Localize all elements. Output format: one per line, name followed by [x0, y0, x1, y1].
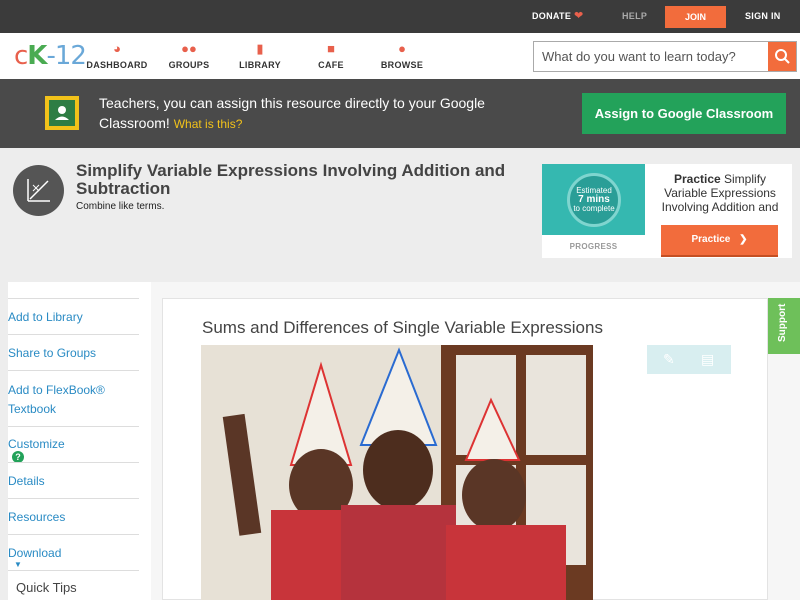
page-title: Simplify Variable Expressions Involving … [76, 161, 506, 198]
search-icon [775, 49, 790, 64]
browse-icon: ● [398, 41, 406, 56]
nav-dashboard[interactable]: ◕ DASHBOARD [82, 41, 152, 70]
donate-link[interactable]: DONATE [532, 11, 571, 21]
estimated-time-badge: Estimated 7 mins to complete [567, 173, 621, 227]
support-tab[interactable]: Support [768, 298, 800, 354]
google-classroom-banner: Teachers, you can assign this resource d… [0, 79, 800, 148]
cafe-icon: ■ [327, 41, 335, 56]
what-is-this-link[interactable]: What is this? [174, 117, 243, 131]
sign-in-link[interactable]: SIGN IN [745, 11, 781, 21]
heart-icon: ❤ [574, 10, 584, 22]
sidebar-item-resources[interactable]: Resources [8, 498, 139, 534]
nav-cafe[interactable]: ■ CAFE [296, 41, 366, 70]
lesson-photo [201, 345, 593, 600]
google-classroom-icon [45, 96, 79, 130]
search-button[interactable] [768, 42, 796, 71]
lesson-title: Sums and Differences of Single Variable … [202, 318, 603, 337]
practice-description: Practice Simplify Variable Expressions I… [661, 172, 779, 214]
assign-to-google-classroom-button[interactable]: Assign to Google Classroom [582, 93, 786, 134]
help-link[interactable]: HELP [622, 11, 647, 21]
banner-message: Teachers, you can assign this resource d… [99, 95, 485, 131]
notes-icon[interactable]: ▤ [701, 351, 714, 368]
nav-library[interactable]: ▮ LIBRARY [225, 41, 295, 70]
dashboard-icon: ◕ [113, 41, 121, 56]
chevron-right-icon: ❯ [739, 234, 748, 245]
sidebar-item-download[interactable]: Download ▼ [8, 534, 139, 570]
top-utility-bar: DONATE ❤ HELP JOIN SIGN IN [0, 0, 800, 33]
quick-tips-heading: Quick Tips [16, 580, 77, 595]
sidebar-item-add-to-flexbook[interactable]: Add to FlexBook® Textbook [8, 370, 139, 426]
sidebar-item-share-to-groups[interactable]: Share to Groups [8, 334, 139, 370]
caret-down-icon: ▼ [14, 560, 22, 569]
library-icon: ▮ [256, 41, 264, 56]
concept-icon [13, 165, 64, 216]
nav-groups[interactable]: ●● GROUPS [154, 41, 224, 70]
join-button[interactable]: JOIN [665, 6, 726, 28]
page-subtitle: Combine like terms. [76, 201, 165, 212]
practice-thumbnail: Estimated 7 mins to complete [542, 164, 645, 235]
practice-card: Estimated 7 mins to complete PROGRESS Pr… [542, 164, 792, 258]
lesson-tools: ✎ ▤ [647, 345, 731, 374]
ck12-logo[interactable]: cK-12 [14, 41, 87, 71]
pencil-icon[interactable]: ✎ [663, 351, 675, 368]
main-navbar: cK-12 ◕ DASHBOARD ●● GROUPS ▮ LIBRARY ■ … [0, 33, 800, 79]
sidebar-item-add-to-library[interactable]: Add to Library [8, 298, 139, 334]
progress-label: PROGRESS [569, 242, 618, 251]
search-input[interactable] [534, 42, 768, 71]
sidebar-item-customize[interactable]: Customize? [8, 426, 139, 463]
practice-button[interactable]: Practice ❯ [661, 225, 778, 255]
search-box [533, 41, 797, 72]
groups-icon: ●● [181, 41, 197, 56]
nav-browse[interactable]: ● BROWSE [367, 41, 437, 70]
sidebar-item-details[interactable]: Details [8, 462, 139, 498]
